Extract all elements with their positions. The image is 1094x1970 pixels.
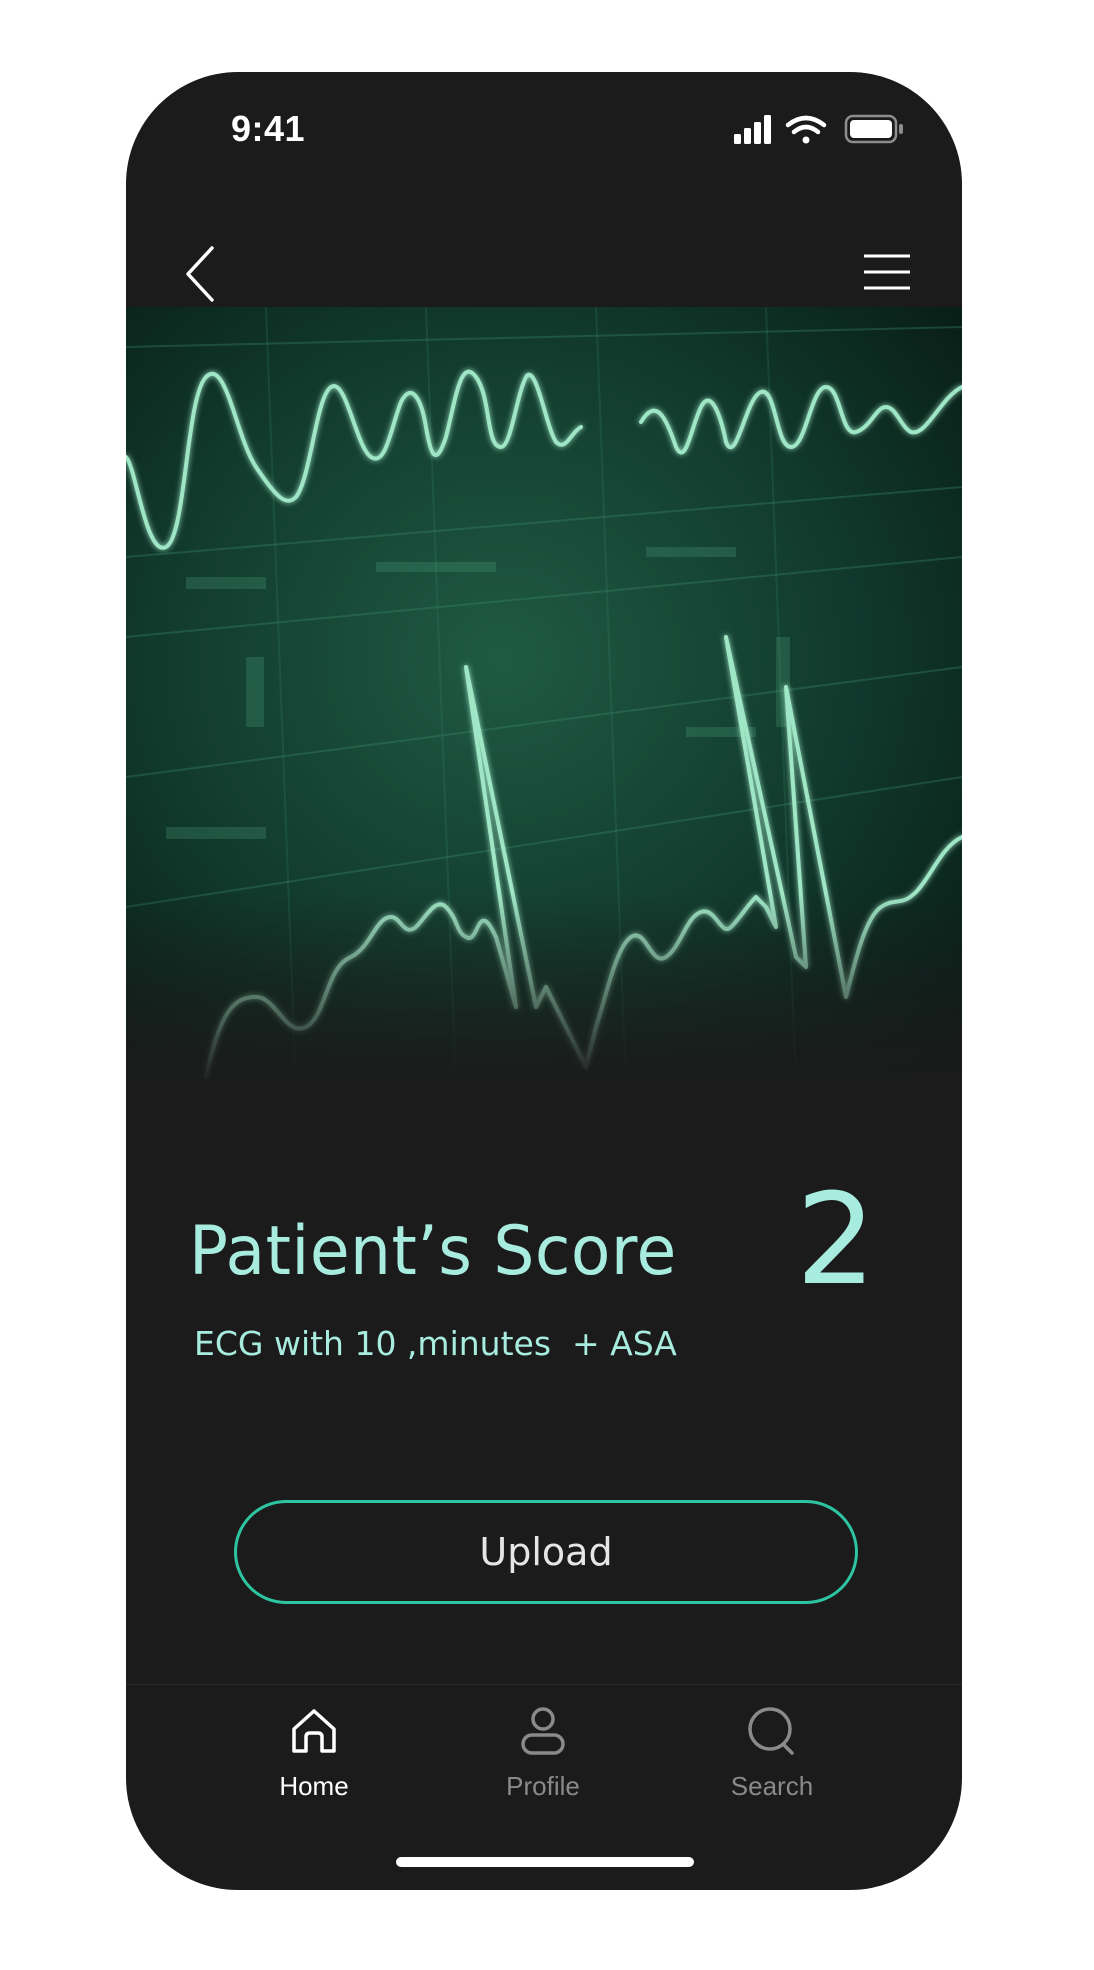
tab-home[interactable]: Home bbox=[234, 1685, 394, 1815]
status-time: 9:41 bbox=[231, 108, 306, 149]
home-icon bbox=[292, 1709, 336, 1753]
battery-icon bbox=[844, 114, 903, 144]
status-icons bbox=[734, 114, 904, 146]
status-bar: 9:41 bbox=[126, 72, 962, 182]
chevron-left-icon bbox=[186, 246, 214, 302]
upload-button-label: Upload bbox=[479, 1530, 613, 1574]
back-button[interactable] bbox=[176, 242, 226, 306]
tab-home-label: Home bbox=[279, 1771, 349, 1801]
tab-profile-label: Profile bbox=[506, 1771, 580, 1801]
patient-score-title: Patient’s Score bbox=[189, 1212, 677, 1291]
cellular-signal-icon bbox=[734, 115, 771, 144]
wifi-icon bbox=[785, 115, 827, 144]
tab-profile[interactable]: Profile bbox=[463, 1685, 623, 1815]
patient-score-value: 2 bbox=[795, 1166, 876, 1313]
tab-search-label: Search bbox=[730, 1771, 814, 1801]
person-icon bbox=[521, 1707, 565, 1755]
phone-screen: 9:41 Patient’s Score 2 ECG with 10 ,minu… bbox=[126, 72, 962, 1890]
hamburger-menu-icon bbox=[864, 254, 910, 290]
score-subtitle: ECG with 10 ,minutes + ASA bbox=[194, 1324, 677, 1363]
home-indicator bbox=[396, 1857, 694, 1867]
ecg-hero-image bbox=[126, 306, 962, 1088]
upload-button[interactable]: Upload bbox=[234, 1500, 858, 1604]
menu-button[interactable] bbox=[862, 252, 912, 292]
tab-search[interactable]: Search bbox=[692, 1685, 852, 1815]
search-icon bbox=[748, 1707, 794, 1755]
